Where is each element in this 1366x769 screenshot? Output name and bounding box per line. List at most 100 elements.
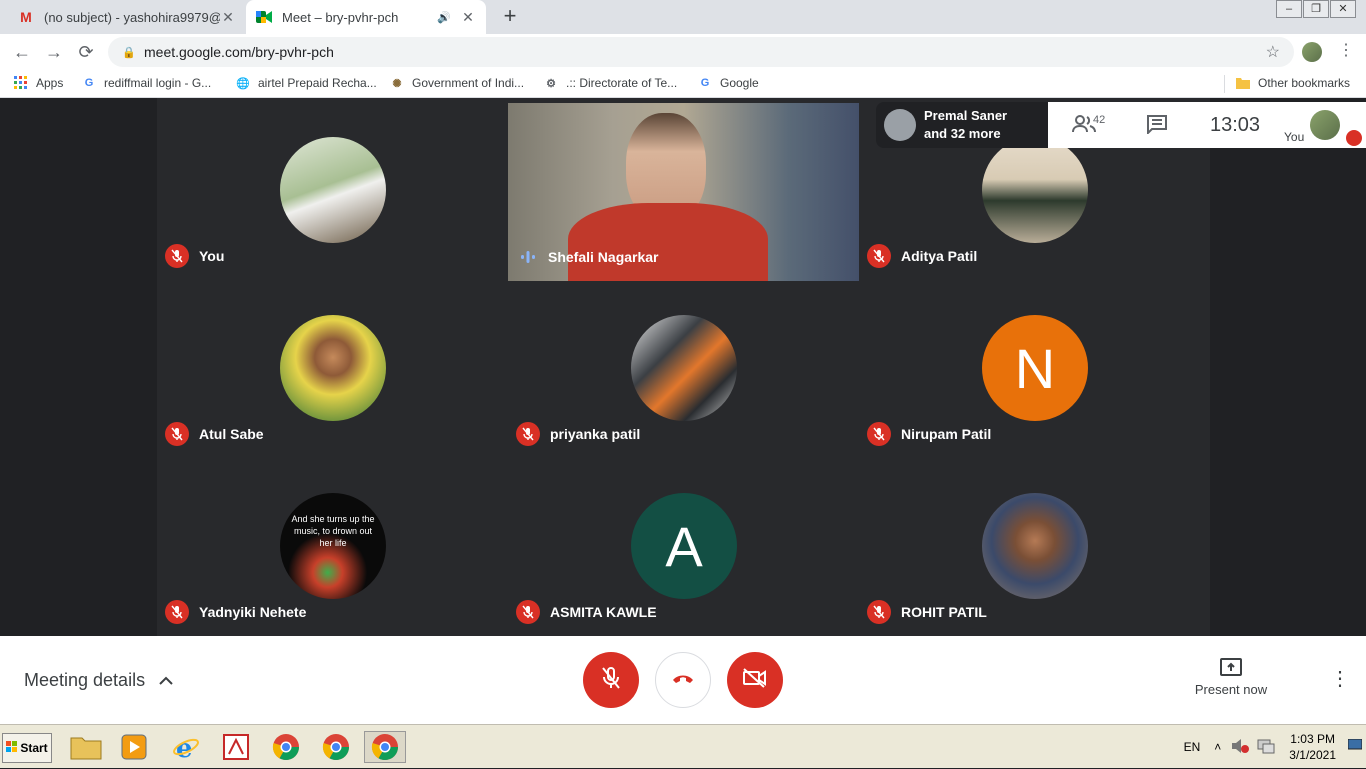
bookmark-label: airtel Prepaid Recha... xyxy=(258,76,377,90)
close-icon[interactable]: ✕ xyxy=(460,9,476,26)
tab-title: Meet – bry-pvhr-pch xyxy=(282,9,399,25)
participant-nameplate: ASMITA KAWLE xyxy=(516,600,657,624)
windows-logo-icon xyxy=(6,740,18,756)
bookmark-label: Other bookmarks xyxy=(1258,76,1351,90)
speaker-icon[interactable]: 🔊 xyxy=(436,11,452,24)
gmail-icon: M xyxy=(20,9,32,25)
participant-tile[interactable]: Atul Sabe xyxy=(157,276,508,454)
language-indicator[interactable]: EN xyxy=(1184,740,1201,754)
people-count: 42 xyxy=(1093,114,1106,126)
emblem-icon: ✺ xyxy=(392,77,402,90)
bookmark-star-icon[interactable]: ☆ xyxy=(1266,42,1280,62)
meeting-info-bar: Premal Saner and 32 more 42 13:03 You xyxy=(876,102,1366,148)
video-figure xyxy=(568,203,768,281)
avatar-letter: A xyxy=(665,514,703,578)
presenter-avatar xyxy=(884,109,916,141)
participant-nameplate: You xyxy=(165,244,224,268)
start-button[interactable]: Start xyxy=(2,733,52,763)
presenter-chip[interactable]: Premal Saner and 32 more xyxy=(876,102,1048,148)
avatar-letter: N xyxy=(1014,336,1056,400)
os-taskbar: Start e EN ˄ 1:03 PM 3/1/2021 xyxy=(0,724,1366,768)
participant-nameplate: priyanka patil xyxy=(516,422,640,446)
bookmark-airtel[interactable]: 🌐 airtel Prepaid Recha... xyxy=(236,76,377,90)
bookmark-apps[interactable]: Apps xyxy=(14,76,63,90)
leave-call-button[interactable] xyxy=(655,652,711,708)
tray-clock[interactable]: 1:03 PM 3/1/2021 xyxy=(1289,731,1336,763)
meeting-details-button[interactable]: Meeting details xyxy=(24,670,173,691)
toggle-mic-button[interactable] xyxy=(583,652,639,708)
bookmark-label: Apps xyxy=(36,76,64,90)
participant-name: Atul Sabe xyxy=(199,426,264,442)
participant-tile[interactable]: A ASMITA KAWLE xyxy=(508,454,859,632)
address-bar[interactable]: 🔒 meet.google.com/bry-pvhr-pch ☆ xyxy=(108,37,1294,67)
bookmark-government[interactable]: ✺ Government of Indi... xyxy=(390,76,524,90)
participant-tile[interactable]: priyanka patil xyxy=(508,276,859,454)
participant-tile[interactable]: You xyxy=(157,98,508,276)
participant-tile[interactable]: N Nirupam Patil xyxy=(859,276,1210,454)
bookmark-label: Government of Indi... xyxy=(412,76,525,90)
acrobat-icon[interactable] xyxy=(218,731,254,763)
mic-off-icon xyxy=(601,666,621,695)
tray-time: 1:03 PM xyxy=(1290,732,1335,746)
bookmark-label: Google xyxy=(720,76,759,90)
network-icon[interactable] xyxy=(1257,738,1275,757)
google-icon: G xyxy=(700,77,710,89)
close-icon[interactable]: ✕ xyxy=(220,9,236,26)
chevron-up-icon xyxy=(159,673,173,689)
bookmark-directorate[interactable]: ⚙ .:: Directorate of Te... xyxy=(544,76,677,90)
tray-date: 3/1/2021 xyxy=(1289,748,1336,762)
new-tab-button[interactable]: + xyxy=(498,4,522,28)
bookmark-other[interactable]: Other bookmarks xyxy=(1236,76,1350,90)
close-window-button[interactable]: ✕ xyxy=(1330,0,1356,18)
folder-icon xyxy=(1236,76,1250,90)
chrome-icon[interactable] xyxy=(268,731,304,763)
chrome-icon[interactable] xyxy=(364,731,406,763)
browser-menu-icon[interactable]: ⋮ xyxy=(1338,40,1354,60)
participant-tile[interactable]: ROHIT PATIL xyxy=(859,454,1210,632)
bookmark-divider xyxy=(1224,75,1225,93)
self-label: You xyxy=(1284,130,1305,144)
tray-expand-icon[interactable]: ˄ xyxy=(1214,740,1221,754)
google-icon: G xyxy=(84,77,94,89)
back-button[interactable]: ← xyxy=(10,40,34,64)
file-explorer-icon[interactable] xyxy=(68,731,104,763)
internet-explorer-icon[interactable]: e xyxy=(168,731,204,763)
reload-button[interactable]: ⟳ xyxy=(74,40,98,64)
chrome-icon[interactable] xyxy=(318,731,354,763)
tab-meet[interactable]: Meet – bry-pvhr-pch 🔊 ✕ xyxy=(246,0,486,34)
volume-muted-icon[interactable] xyxy=(1231,738,1250,757)
present-icon xyxy=(1220,658,1242,676)
presenter-name: Premal Saner xyxy=(924,108,1008,123)
svg-text:e: e xyxy=(176,734,193,761)
bookmark-google[interactable]: G Google xyxy=(698,76,759,90)
hangup-icon xyxy=(671,671,695,689)
forward-button[interactable]: → xyxy=(42,40,66,64)
meeting-controls: Meeting details Present now ⋮ xyxy=(0,636,1366,724)
bookmarks-bar: Apps G rediffmail login - G... 🌐 airtel … xyxy=(0,70,1366,98)
more-options-icon[interactable]: ⋮ xyxy=(1330,666,1350,691)
camera-off-icon xyxy=(742,667,768,694)
mic-off-icon xyxy=(165,600,189,624)
restore-button[interactable]: ❐ xyxy=(1303,0,1329,18)
mic-off-icon xyxy=(165,244,189,268)
participant-video-tile[interactable]: Shefali Nagarkar xyxy=(508,103,859,281)
browser-toolbar: ← → ⟳ 🔒 meet.google.com/bry-pvhr-pch ☆ ⋮ xyxy=(0,34,1366,70)
participant-name: Aditya Patil xyxy=(901,248,978,264)
profile-avatar[interactable] xyxy=(1302,42,1322,62)
meeting-details-label: Meeting details xyxy=(24,670,146,690)
bookmark-rediffmail[interactable]: G rediffmail login - G... xyxy=(82,76,211,90)
tab-gmail[interactable]: M (no subject) - yashohira9979@gm ✕ xyxy=(8,0,246,34)
toggle-camera-button[interactable] xyxy=(727,652,783,708)
media-player-icon[interactable] xyxy=(116,731,152,763)
participant-nameplate: Nirupam Patil xyxy=(867,422,991,446)
self-avatar[interactable] xyxy=(1310,110,1340,140)
participant-nameplate: Yadnyiki Nehete xyxy=(165,600,306,624)
avatar: And she turns up the music, to drown out… xyxy=(280,493,386,599)
show-desktop-icon[interactable] xyxy=(1347,738,1363,754)
participant-tile[interactable]: And she turns up the music, to drown out… xyxy=(157,454,508,632)
minimize-button[interactable]: – xyxy=(1276,0,1302,18)
avatar: A xyxy=(631,493,737,599)
present-now-button[interactable]: Present now xyxy=(1192,658,1270,697)
mic-off-icon xyxy=(165,422,189,446)
chat-icon[interactable] xyxy=(1146,114,1168,140)
